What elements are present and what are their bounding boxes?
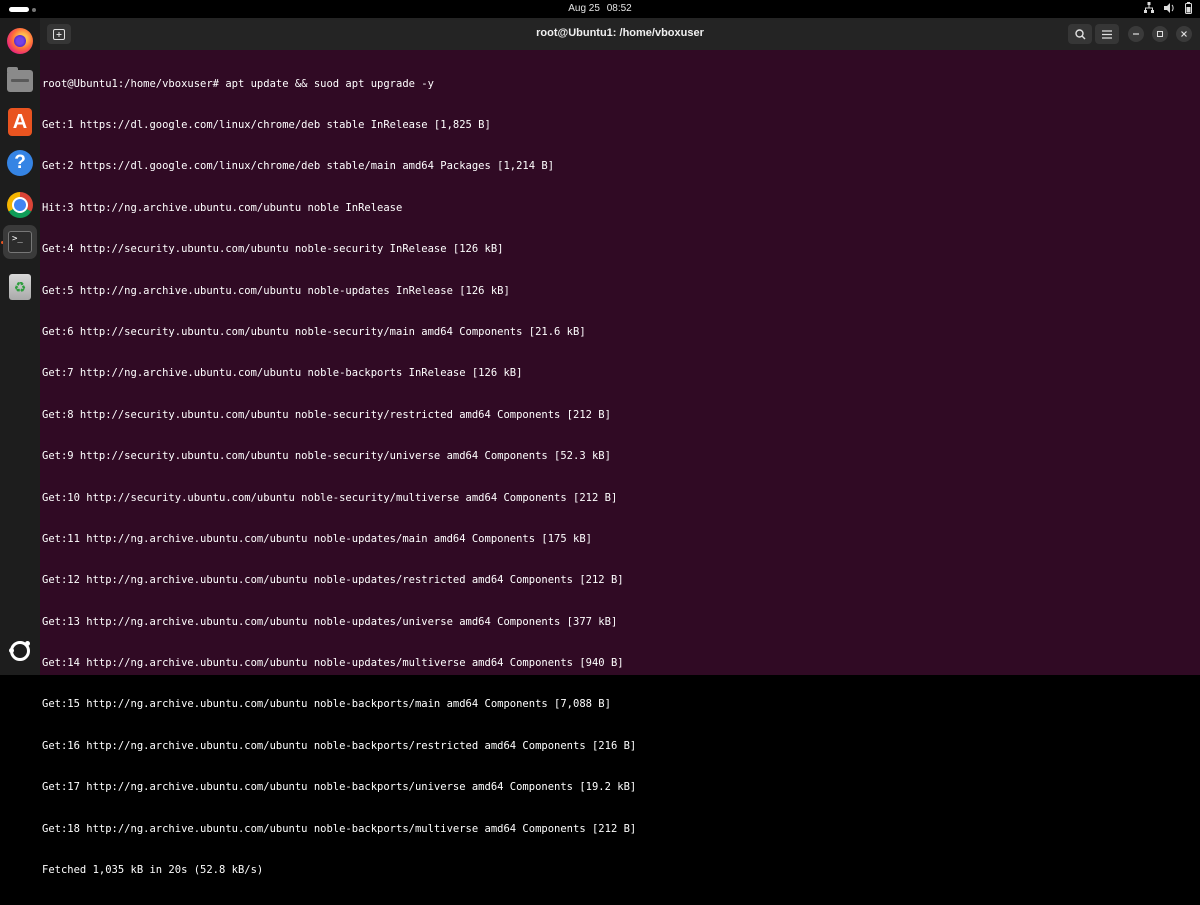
dock-terminal[interactable]: >_ <box>3 225 37 259</box>
terminal-line: Get:11 http://ng.archive.ubuntu.com/ubun… <box>42 532 592 545</box>
terminal-line: root@Ubuntu1:/home/vboxuser# apt update … <box>42 77 434 90</box>
network-icon <box>1144 2 1154 18</box>
terminal-line: Get:5 http://ng.archive.ubuntu.com/ubunt… <box>42 284 510 297</box>
volume-icon <box>1164 2 1175 18</box>
terminal-line: Get:12 http://ng.archive.ubuntu.com/ubun… <box>42 574 624 587</box>
trash-icon: ♻ <box>9 274 31 300</box>
dock-trash[interactable]: ♻ <box>3 270 37 304</box>
close-button[interactable] <box>1176 26 1192 42</box>
terminal-icon: >_ <box>8 231 32 253</box>
search-button[interactable] <box>1068 24 1092 44</box>
terminal-line: Get:7 http://ng.archive.ubuntu.com/ubunt… <box>42 367 523 380</box>
dock-firefox[interactable] <box>3 24 37 58</box>
minimize-button[interactable] <box>1128 26 1144 42</box>
terminal-line: Get:1 https://dl.google.com/linux/chrome… <box>42 118 491 131</box>
show-apps-icon <box>9 641 30 661</box>
firefox-icon <box>7 28 33 54</box>
minimize-icon <box>1133 33 1139 35</box>
help-icon: ? <box>7 150 33 176</box>
terminal-line: Get:13 http://ng.archive.ubuntu.com/ubun… <box>42 615 618 628</box>
dock-chrome[interactable] <box>3 188 37 222</box>
terminal-line: Fetched 1,035 kB in 20s (52.8 kB/s) <box>42 864 264 877</box>
terminal-line: Get:14 http://ng.archive.ubuntu.com/ubun… <box>42 657 624 670</box>
terminal-line: Get:6 http://security.ubuntu.com/ubuntu … <box>42 325 586 338</box>
terminal-line: Hit:3 http://ng.archive.ubuntu.com/ubunt… <box>42 201 403 214</box>
terminal-line: Get:9 http://security.ubuntu.com/ubuntu … <box>42 450 611 463</box>
dock: A ? >_ ♻ <box>0 18 40 675</box>
dock-app-center[interactable]: A <box>3 105 37 139</box>
battery-icon <box>1185 2 1192 18</box>
dock-show-apps[interactable] <box>3 634 37 668</box>
dock-files[interactable] <box>3 64 37 98</box>
search-icon <box>1074 28 1085 39</box>
maximize-icon <box>1157 31 1163 37</box>
top-bar: Aug 25 08:52 <box>0 0 1200 18</box>
system-tray[interactable] <box>1144 2 1192 18</box>
app-center-icon: A <box>8 108 32 136</box>
terminal-line: Get:2 https://dl.google.com/linux/chrome… <box>42 160 555 173</box>
menu-icon <box>1102 29 1112 39</box>
menu-button[interactable] <box>1095 24 1119 44</box>
window-title: root@Ubuntu1: /home/vboxuser <box>536 27 704 39</box>
dock-help[interactable]: ? <box>3 146 37 180</box>
chrome-icon <box>7 192 33 218</box>
terminal-line: Get:17 http://ng.archive.ubuntu.com/ubun… <box>42 781 637 794</box>
terminal-line: Get:10 http://security.ubuntu.com/ubuntu… <box>42 491 618 504</box>
terminal-line: Get:4 http://security.ubuntu.com/ubuntu … <box>42 243 504 256</box>
title-bar[interactable]: root@Ubuntu1: /home/vboxuser <box>40 18 1200 50</box>
terminal-window: root@Ubuntu1: /home/vboxuser root@Ubuntu… <box>40 18 1200 876</box>
terminal-line: Get:18 http://ng.archive.ubuntu.com/ubun… <box>42 822 637 835</box>
clock[interactable]: Aug 25 08:52 <box>0 3 1200 14</box>
clock-time: 08:52 <box>606 3 632 14</box>
terminal-line: Get:8 http://security.ubuntu.com/ubuntu … <box>42 408 611 421</box>
terminal-line: Get:15 http://ng.archive.ubuntu.com/ubun… <box>42 698 611 711</box>
files-icon <box>7 67 33 92</box>
clock-date: Aug 25 <box>568 3 600 14</box>
terminal-output[interactable]: root@Ubuntu1:/home/vboxuser# apt update … <box>42 50 1200 876</box>
close-icon <box>1181 31 1187 37</box>
terminal-line: Get:16 http://ng.archive.ubuntu.com/ubun… <box>42 739 637 752</box>
maximize-button[interactable] <box>1152 26 1168 42</box>
